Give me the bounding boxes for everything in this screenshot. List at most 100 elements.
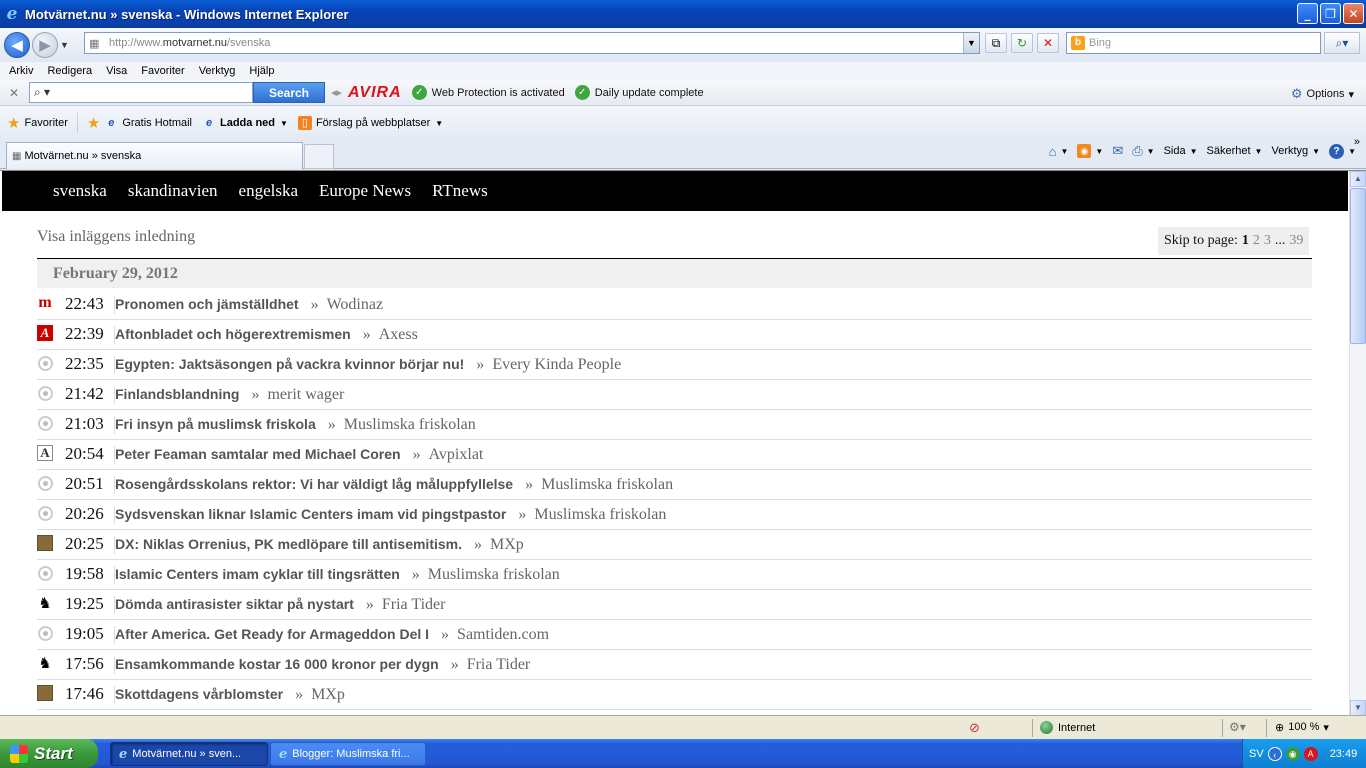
post-title-link[interactable]: Aftonbladet och högerextremismen — [115, 326, 351, 342]
toolbar-grip-icon[interactable]: ◂▸ — [331, 86, 342, 99]
security-zone[interactable]: Internet — [1040, 721, 1095, 734]
safety-menu[interactable]: Säkerhet — [1207, 145, 1251, 157]
post-source-link[interactable]: Muslimska friskolan — [428, 566, 560, 583]
post-title-link[interactable]: Fri insyn på muslimsk friskola — [115, 416, 316, 432]
scroll-down-icon[interactable]: ▼ — [1350, 700, 1366, 715]
favorites-button[interactable]: Favoriter — [24, 117, 67, 129]
nav-europe-news[interactable]: Europe News — [319, 181, 411, 201]
taskbar-item-blogger[interactable]: e Blogger: Muslimska fri... — [270, 742, 426, 766]
language-indicator[interactable]: SV — [1249, 748, 1264, 760]
post-source-link[interactable]: Fria Tider — [467, 656, 531, 673]
chevron-down-icon[interactable]: ▼ — [1095, 147, 1103, 156]
post-title-link[interactable]: Islamic Centers imam cyklar till tingsrä… — [115, 566, 400, 582]
post-title-link[interactable]: Ensamkommande kostar 16 000 kronor per d… — [115, 656, 439, 672]
post-source-link[interactable]: MXp — [490, 536, 524, 553]
window-titlebar[interactable]: e Motvärnet.nu » svenska - Windows Inter… — [0, 0, 1366, 28]
post-title-link[interactable]: DX: Niklas Orrenius, PK medlöpare till a… — [115, 536, 462, 552]
avira-search-input[interactable]: ⌕ ▾ — [29, 82, 253, 103]
protected-mode-icon[interactable]: ⚙▾ — [1229, 720, 1246, 734]
chevron-down-icon[interactable]: ▼ — [1255, 147, 1263, 156]
tools-menu[interactable]: Verktyg — [1271, 145, 1308, 157]
avira-options[interactable]: ⚙ Options ▾ — [1291, 86, 1354, 102]
menu-visa[interactable]: Visa — [106, 65, 127, 77]
chevron-down-icon[interactable]: ▼ — [1312, 147, 1320, 156]
web-protection-status[interactable]: Web Protection is activated — [432, 87, 565, 99]
tray-expand-icon[interactable]: ‹ — [1267, 746, 1282, 761]
menu-redigera[interactable]: Redigera — [47, 65, 92, 77]
post-title-link[interactable]: Finlandsblandning — [115, 386, 239, 402]
address-bar[interactable]: ▦ http://www.motvarnet.nu/svenska ▼ — [84, 32, 980, 54]
maximize-button[interactable]: ❐ — [1320, 3, 1341, 24]
add-favorite-icon[interactable]: ★ — [87, 114, 100, 132]
menu-hjalp[interactable]: Hjälp — [249, 65, 274, 77]
post-source-link[interactable]: Muslimska friskolan — [344, 416, 476, 433]
avira-tray-icon[interactable]: A — [1303, 746, 1318, 761]
menu-arkiv[interactable]: Arkiv — [9, 65, 33, 77]
fav-ladda-ned[interactable]: e Ladda ned ▼ — [202, 116, 288, 130]
network-icon[interactable]: ◉ — [1285, 746, 1300, 761]
avira-logo[interactable]: AVIRA — [348, 84, 402, 102]
post-source-link[interactable]: Muslimska friskolan — [534, 506, 666, 523]
post-source-link[interactable]: merit wager — [267, 386, 344, 403]
tab-motvarnet[interactable]: ▦ Motvärnet.nu » svenska — [6, 142, 303, 169]
zoom-control[interactable]: ⊕ 100 % ▾ — [1275, 721, 1329, 734]
post-source-link[interactable]: Fria Tider — [382, 596, 446, 613]
post-title-link[interactable]: Egypten: Jaktsäsongen på vackra kvinnor … — [115, 356, 464, 372]
forward-button[interactable]: ▶ — [32, 32, 58, 58]
nav-rtnews[interactable]: RTnews — [432, 181, 488, 201]
more-commands-icon[interactable]: » — [1354, 136, 1360, 148]
update-status[interactable]: Daily update complete — [595, 87, 704, 99]
page-link-2[interactable]: 2 — [1253, 233, 1260, 249]
page-menu[interactable]: Sida — [1164, 145, 1186, 157]
page-link-3[interactable]: 3 — [1264, 233, 1271, 249]
menu-favoriter[interactable]: Favoriter — [141, 65, 184, 77]
close-button[interactable]: ✕ — [1343, 3, 1364, 24]
close-toolbar-icon[interactable]: ✕ — [9, 86, 21, 100]
fav-gratis-hotmail[interactable]: e Gratis Hotmail — [104, 116, 192, 130]
scroll-up-icon[interactable]: ▲ — [1350, 171, 1366, 187]
nav-skandinavien[interactable]: skandinavien — [128, 181, 218, 201]
print-icon[interactable]: ⎙ — [1132, 143, 1142, 159]
nav-svenska[interactable]: svenska — [53, 181, 107, 201]
rss-icon[interactable]: ◉ — [1077, 144, 1092, 158]
address-dropdown-icon[interactable]: ▼ — [963, 33, 979, 53]
popup-blocked-icon[interactable]: ⊘ — [969, 720, 980, 736]
post-title-link[interactable]: Pronomen och jämställdhet — [115, 296, 299, 312]
new-tab-button[interactable] — [304, 144, 334, 169]
minimize-button[interactable]: _ — [1297, 3, 1318, 24]
refresh-icon[interactable]: ↻ — [1011, 33, 1033, 53]
fav-forslag[interactable]: ▯ Förslag på webbplatser ▼ — [297, 116, 443, 130]
mail-icon[interactable]: ✉ — [1112, 143, 1123, 159]
compatibility-view-icon[interactable]: ⧉ — [985, 33, 1007, 53]
nav-engelska[interactable]: engelska — [239, 181, 298, 201]
avira-search-button[interactable]: Search — [253, 82, 325, 103]
address-url[interactable]: http://www.motvarnet.nu/svenska — [109, 37, 270, 49]
post-title-link[interactable]: After America. Get Ready for Armageddon … — [115, 626, 429, 642]
menu-verktyg[interactable]: Verktyg — [199, 65, 236, 77]
post-title-link[interactable]: Peter Feaman samtalar med Michael Coren — [115, 446, 401, 462]
back-button[interactable]: ◀ — [4, 32, 30, 58]
chevron-down-icon[interactable]: ▼ — [1147, 147, 1155, 156]
taskbar-item-motvarnet[interactable]: e Motvärnet.nu » sven... — [110, 742, 268, 766]
help-icon[interactable]: ? — [1329, 143, 1345, 159]
chevron-down-icon[interactable]: ▼ — [1190, 147, 1198, 156]
post-source-link[interactable]: Wodinaz — [327, 296, 383, 313]
post-source-link[interactable]: Axess — [379, 326, 418, 343]
search-go-button[interactable]: ⌕▾ — [1324, 32, 1360, 54]
vertical-scrollbar[interactable]: ▲ ▼ — [1349, 171, 1366, 715]
history-dropdown-icon[interactable]: ▼ — [60, 40, 72, 50]
post-title-link[interactable]: Sydsvenskan liknar Islamic Centers imam … — [115, 506, 506, 522]
chevron-down-icon[interactable]: ▼ — [1060, 147, 1068, 156]
post-title-link[interactable]: Rosengårdsskolans rektor: Vi har väldigt… — [115, 476, 513, 492]
post-source-link[interactable]: Avpixlat — [429, 446, 484, 463]
clock[interactable]: 23:49 — [1330, 748, 1358, 760]
post-source-link[interactable]: Samtiden.com — [457, 626, 549, 643]
post-source-link[interactable]: Every Kinda People — [492, 356, 621, 373]
show-intros-link[interactable]: Visa inläggens inledning — [37, 228, 195, 246]
stop-icon[interactable]: ✕ — [1037, 33, 1059, 53]
post-source-link[interactable]: MXp — [311, 686, 345, 703]
start-button[interactable]: Start — [0, 739, 98, 768]
scroll-thumb[interactable] — [1350, 188, 1366, 344]
post-source-link[interactable]: Muslimska friskolan — [541, 476, 673, 493]
home-icon[interactable]: ⌂ — [1049, 144, 1057, 159]
